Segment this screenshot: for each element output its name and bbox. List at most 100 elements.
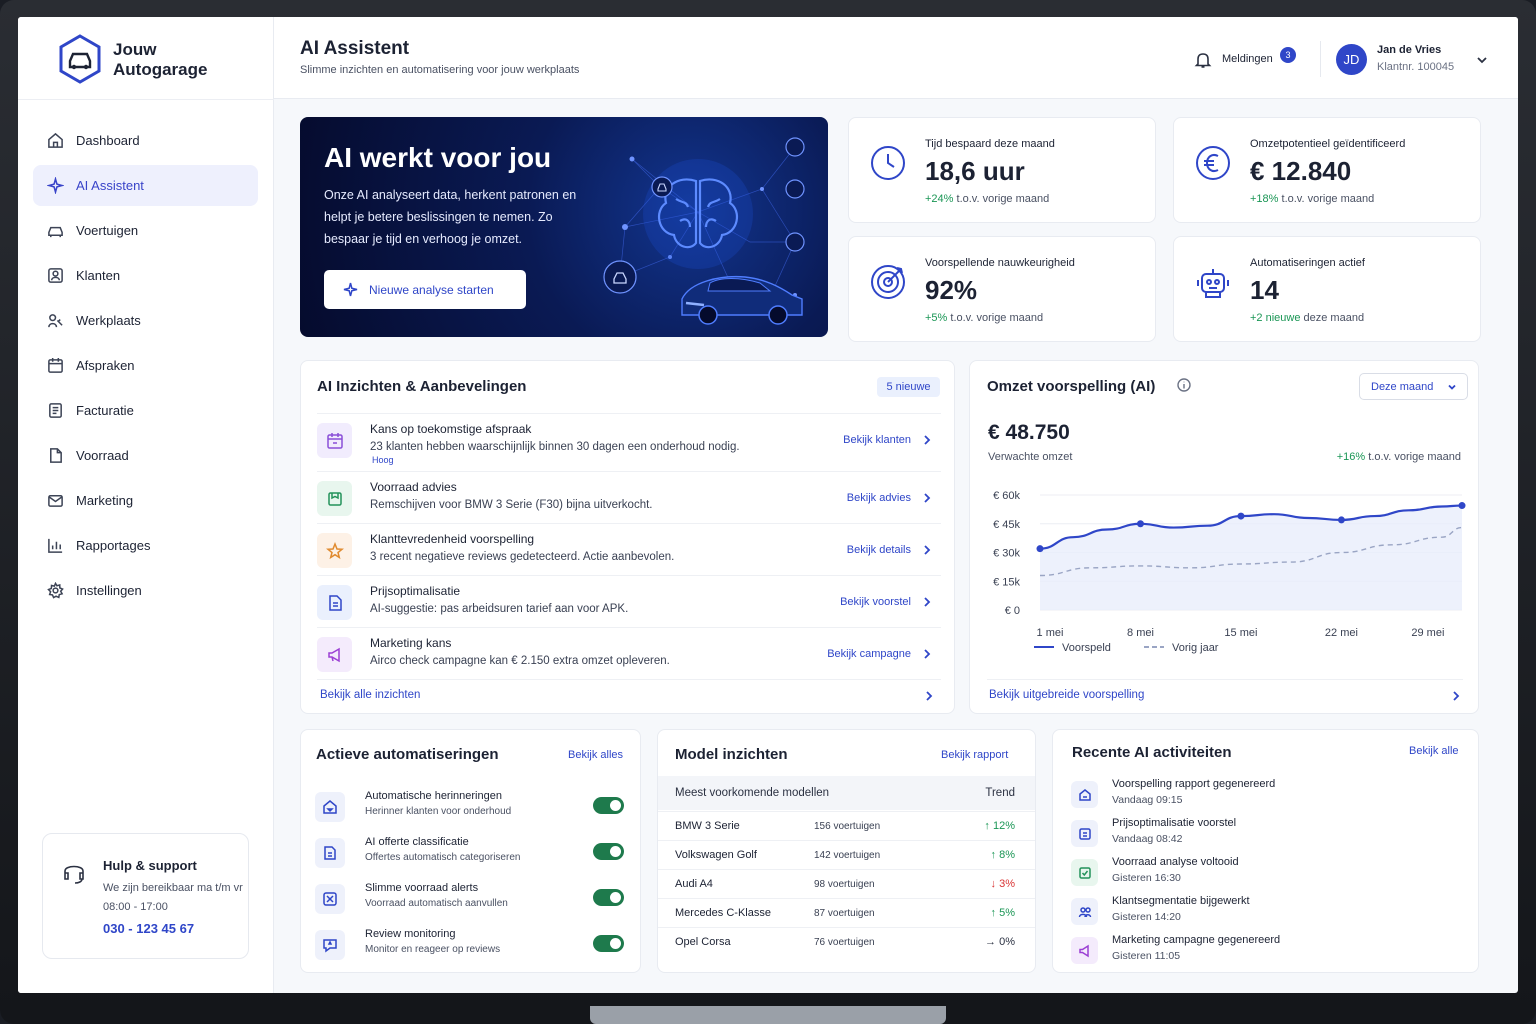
info-icon[interactable] [1177,378,1191,392]
table-row[interactable]: BMW 3 Serie 156 voertuigen ↑ 12% [658,811,1035,840]
insight-row[interactable]: Prijsoptimalisatie AI-suggestie: pas arb… [317,575,941,627]
help-title: Hulp & support [103,858,197,873]
sidebar-item-instellingen[interactable]: Instellingen [33,570,258,611]
help-phone-link[interactable]: 030 - 123 45 67 [103,921,194,936]
view-all-automations-link[interactable]: Bekijk alles [568,749,623,761]
table-row[interactable]: Mercedes C-Klasse 87 voertuigen ↑ 5% [658,898,1035,927]
chevron-right-icon[interactable] [921,648,933,660]
model-name: Audi A4 [675,878,713,890]
sidebar-item-label: Klanten [76,268,121,283]
help-support-card[interactable]: Hulp & support We zijn bereikbaar ma t/m… [42,833,249,959]
kpi-value: 92% [925,275,978,305]
automation-toggle[interactable] [593,843,624,860]
chevron-down-icon[interactable] [1475,53,1489,67]
activity-item-time: Vandaag 09:15 [1112,794,1183,806]
sidebar-item-voorraad[interactable]: Voorraad [33,435,258,476]
automation-toggle[interactable] [593,797,624,814]
document-icon [50,448,62,463]
help-hours: We zijn bereikbaar ma t/m vr 08:00 - 17:… [103,882,243,913]
sidebar-item-klanten[interactable]: Klanten [33,255,258,296]
notification-count-badge: 3 [1280,47,1296,63]
notifications-button[interactable]: Meldingen [1222,53,1273,65]
sidebar-item-label: Facturatie [76,403,134,418]
sidebar-item-werkplaats[interactable]: Werkplaats [33,300,258,341]
sidebar-item-facturatie[interactable]: Facturatie [33,390,258,431]
start-analysis-button[interactable]: Nieuwe analyse starten [324,270,526,309]
activity-item-title: Klantsegmentatie bijgewerkt [1112,895,1250,907]
insight-row[interactable]: Klanttevredenheid voorspelling 3 recent … [317,523,941,575]
brand-name[interactable]: Jouw Autogarage [113,40,207,80]
sidebar-item-label: Voertuigen [76,223,139,238]
insight-row[interactable]: Marketing kans Airco check campagne kan … [317,627,941,679]
chevron-right-icon[interactable] [921,434,933,446]
activity-item-time: Gisteren 11:05 [1112,950,1181,962]
x-tick-label: 15 mei [1224,627,1257,639]
activity-item[interactable]: Voorraad analyse voltooid Gisteren 16:30 [1071,855,1461,894]
sidebar-item-dashboard[interactable]: Dashboard [33,120,258,161]
insight-row[interactable]: Kans op toekomstige afspraak 23 klanten … [317,413,941,465]
automation-description: Herinner klanten voor onderhoud [365,806,512,817]
activity-item[interactable]: Marketing campagne gegenereerd Gisteren … [1071,933,1461,972]
view-customers-link[interactable]: Bekijk klanten [843,434,911,446]
activity-item[interactable]: Prijsoptimalisatie voorstel Vandaag 08:4… [1071,816,1461,855]
logo-car-icon [59,34,101,84]
chevron-right-icon[interactable] [921,544,933,556]
table-row[interactable]: Opel Corsa 76 voertuigen → 0% [658,927,1035,956]
insight-description: AI-suggestie: pas arbeidsuren tarief aan… [370,603,629,615]
activity-item-time: Gisteren 14:20 [1112,911,1181,923]
chevron-right-icon[interactable] [1450,690,1462,702]
kpi-delta-value: +18% [1250,193,1279,205]
insight-row[interactable]: Voorraad advies Remschijven voor BMW 3 S… [317,471,941,523]
view-extended-forecast-link[interactable]: Bekijk uitgebreide voorspelling [989,689,1144,701]
automation-toggle[interactable] [593,935,624,952]
activity-item[interactable]: Voorspelling rapport gegenereerd Vandaag… [1071,777,1461,816]
table-row[interactable]: Audi A4 98 voertuigen ↓ 3% [658,869,1035,898]
automation-description: Monitor en reageer op reviews [365,944,501,955]
sidebar-item-ai-assistent[interactable]: AI Assistent [33,165,258,206]
insight-icon-box [317,533,352,568]
insight-icon-box [317,637,352,672]
kpi-delta-value: +24% [925,193,954,205]
sidebar-item-afspraken[interactable]: Afspraken [33,345,258,386]
app-screen: Jouw Autogarage Dashboard AI Assistent V… [18,17,1518,993]
y-tick-label: € 15k [993,576,1020,588]
view-all-insights-link[interactable]: Bekijk alle inzichten [320,689,420,701]
vehicle-count: 156 voertuigen [814,821,881,832]
activity-item[interactable]: Klantsegmentatie bijgewerkt Gisteren 14:… [1071,894,1461,933]
divider [987,679,1463,680]
stock-alert-icon [323,892,337,906]
kpi-delta-value: +5% [925,312,948,324]
divider [317,679,941,680]
chevron-right-icon[interactable] [921,492,933,504]
chevron-right-icon[interactable] [923,690,935,702]
y-tick-label: € 60k [993,490,1020,502]
view-report-link[interactable]: Bekijk rapport [941,749,1008,761]
chevron-right-icon[interactable] [921,596,933,608]
view-advice-link[interactable]: Bekijk advies [847,492,911,504]
view-all-activities-link[interactable]: Bekijk alle [1409,745,1459,757]
kpi-delta: +18% t.o.v. vorige maand [1250,193,1374,205]
avatar[interactable]: JD [1336,44,1367,75]
view-campaign-link[interactable]: Bekijk campagne [827,648,911,660]
period-select[interactable]: Deze maand [1359,373,1468,400]
automation-toggle[interactable] [593,889,624,906]
model-name: BMW 3 Serie [675,820,740,832]
activity-item-title: Prijsoptimalisatie voorstel [1112,817,1237,829]
data-point [1237,512,1245,520]
activity-title: Recente AI activiteiten [1072,744,1232,761]
forecast-title: Omzet voorspelling (AI) [987,378,1156,395]
activity-icon-box [1071,820,1098,847]
sidebar-item-voertuigen[interactable]: Voertuigen [33,210,258,251]
insight-title: Prijsoptimalisatie [370,584,461,598]
view-details-link[interactable]: Bekijk details [847,544,911,556]
sidebar-item-marketing[interactable]: Marketing [33,480,258,521]
kpi-label: Automatiseringen actief [1250,257,1365,269]
sidebar-item-label: Dashboard [76,133,140,148]
bell-icon[interactable] [1194,51,1212,69]
kpi-delta: +2 nieuwe deze maand [1250,312,1364,324]
user-name: Jan de Vries [1377,44,1442,56]
table-row[interactable]: Volkswagen Golf 142 voertuigen ↑ 8% [658,840,1035,869]
view-proposal-link[interactable]: Bekijk voorstel [840,596,911,608]
megaphone-icon [327,647,340,662]
sidebar-item-rapportages[interactable]: Rapportages [33,525,258,566]
